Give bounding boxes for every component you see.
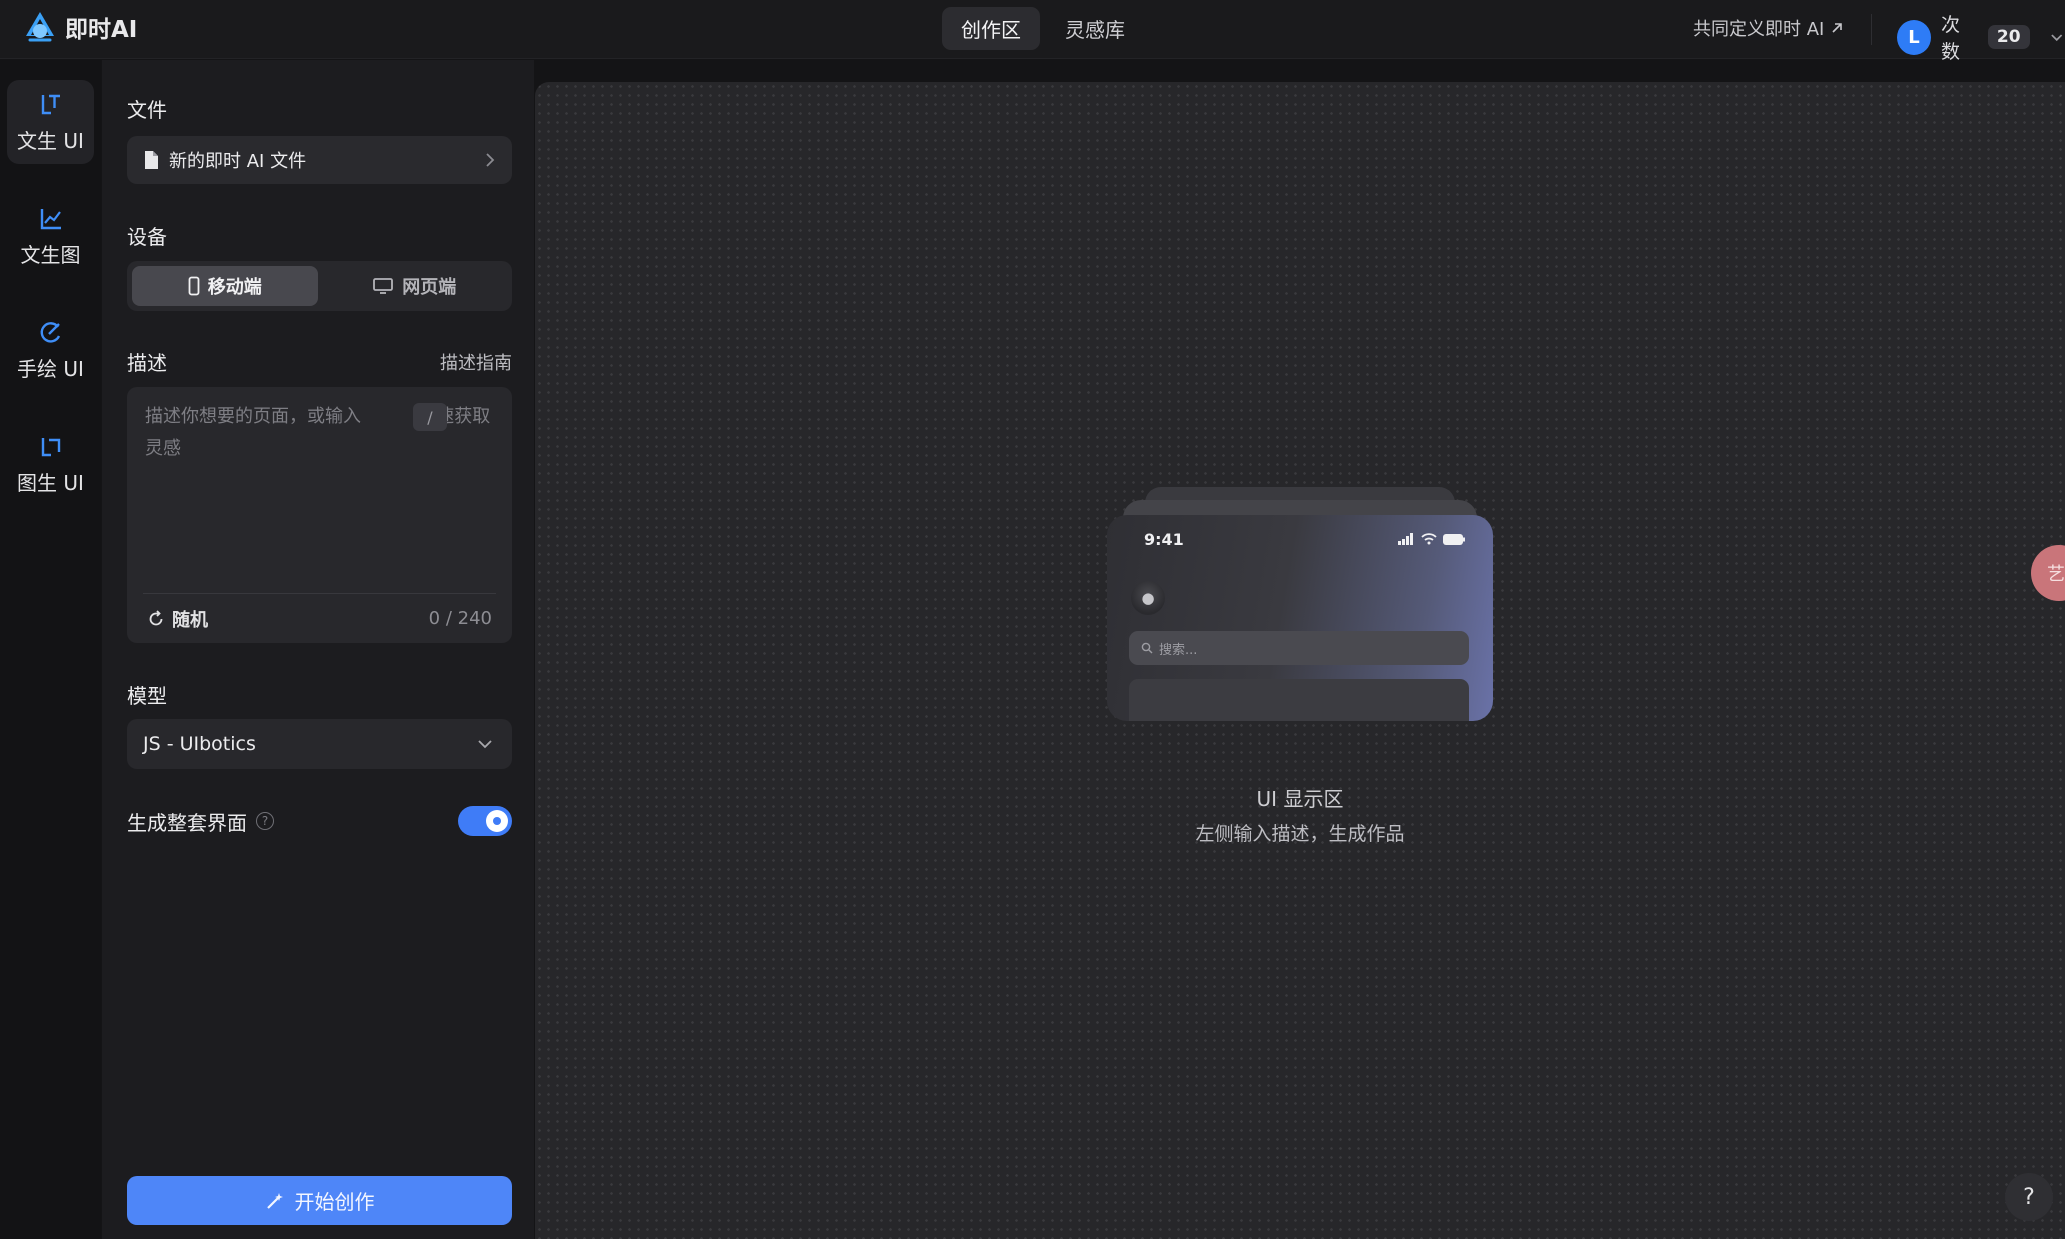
top-bar: 即时AI 创作区 灵感库 共同定义即时 AI L 次数 20 (0, 0, 2065, 63)
phone-preview: 9:41 ● 搜索... (1107, 515, 1493, 721)
tab-create[interactable]: 创作区 (942, 7, 1040, 50)
description-guide-link[interactable]: 描述指南 (440, 349, 512, 375)
count-label: 次数 (1940, 14, 1960, 63)
chevron-down-icon[interactable] (2048, 28, 2065, 46)
slash-key-hint: / (413, 403, 447, 431)
signal-icon (1398, 533, 1413, 545)
rail-item-text-image[interactable]: 文生图 (7, 194, 94, 278)
model-section-title: 模型 (127, 684, 167, 708)
external-arrow-icon (1832, 23, 1843, 33)
rail-label-sketch-ui: 手绘 UI (17, 356, 84, 381)
floating-side-button[interactable]: 艺 (2031, 545, 2065, 601)
device-switch: 移动端 网页端 (127, 261, 512, 311)
device-web-label: 网页端 (402, 277, 457, 298)
empty-state-subtitle: 左侧输入描述，生成作品 (1195, 823, 1405, 845)
avatar[interactable]: L (1897, 19, 1931, 55)
phone-search-placeholder: 搜索... (1159, 642, 1198, 658)
device-section-title: 设备 (127, 225, 167, 249)
phone-content-strip (1129, 679, 1469, 721)
rail-label-text-ui: 文生 UI (17, 128, 84, 153)
phone-time: 9:41 (1144, 530, 1184, 549)
phone-search-bar: 搜索... (1129, 631, 1469, 665)
description-input[interactable] (127, 387, 512, 587)
tab-inspiration[interactable]: 灵感库 (1046, 7, 1144, 50)
file-name: 新的即时 AI 文件 (169, 151, 307, 172)
text-ui-icon (41, 94, 60, 114)
chart-icon (40, 208, 61, 229)
rail-item-image-ui[interactable]: 图生 UI (7, 422, 94, 506)
chevron-down-icon (478, 740, 492, 749)
toggle-knob (486, 810, 508, 832)
model-select[interactable]: JS - UIbotics (127, 719, 512, 769)
start-create-button[interactable]: 开始创作 (127, 1176, 512, 1225)
mobile-icon (188, 276, 200, 296)
refresh-icon (149, 609, 163, 625)
app-name: 即时AI (65, 17, 138, 43)
rail-item-sketch-ui[interactable]: 手绘 UI (7, 308, 94, 392)
device-web-button[interactable]: 网页端 (322, 266, 508, 306)
count-badge: 20 (1987, 25, 2030, 49)
document-icon (145, 151, 158, 169)
rail-label-image-ui: 图生 UI (17, 470, 84, 495)
device-mobile-label: 移动端 (207, 277, 262, 298)
sketch-icon (40, 321, 60, 343)
magic-wand-icon (266, 1192, 283, 1209)
random-button[interactable]: 随机 (143, 606, 208, 632)
device-mobile-button[interactable]: 移动端 (132, 266, 318, 306)
cocreate-link[interactable]: 共同定义即时 AI (1693, 15, 1844, 41)
chevron-right-icon (486, 153, 495, 167)
mode-rail: 文生 UI 文生图 手绘 UI 图生 UI (0, 60, 101, 1239)
header-divider (1871, 14, 1872, 45)
help-button[interactable]: ? (2005, 1173, 2053, 1221)
model-value: JS - UIbotics (143, 733, 256, 755)
description-section-title: 描述 (127, 351, 167, 375)
app-logo[interactable]: 即时AI (24, 10, 137, 44)
cocreate-link-label: 共同定义即时 AI (1693, 19, 1825, 40)
char-counter: 0 / 240 (428, 608, 492, 629)
fullset-toggle[interactable] (458, 806, 512, 836)
battery-icon (1443, 533, 1465, 545)
search-icon (1141, 642, 1153, 654)
main-tabs: 创作区 灵感库 (942, 7, 1144, 50)
file-section-title: 文件 (127, 98, 167, 122)
help-icon[interactable]: ? (256, 812, 274, 830)
desktop-icon (373, 278, 394, 294)
user-menu[interactable]: L 次数 20 (1897, 10, 2065, 64)
wifi-icon (1421, 533, 1437, 545)
ui-display-canvas: 9:41 ● 搜索... UI 显示区 左侧输入描述，生成作品 艺 ? (535, 82, 2065, 1239)
fullset-label: 生成整套界面 (127, 810, 247, 835)
rail-label-text-image: 文生图 (20, 242, 81, 267)
file-selector[interactable]: 新的即时 AI 文件 (127, 136, 512, 184)
description-footer: 随机 0 / 240 (143, 593, 496, 643)
phone-avatar: ● (1131, 581, 1165, 615)
empty-state-title: UI 显示区 (1256, 787, 1344, 811)
start-create-label: 开始创作 (294, 1190, 375, 1214)
config-panel: 文件 新的即时 AI 文件 设备 移动端 网页端 描述 描述指南 / (102, 60, 534, 1239)
random-label: 随机 (172, 609, 208, 631)
rail-item-text-ui[interactable]: 文生 UI (7, 80, 94, 164)
logo-icon (26, 12, 54, 42)
phone-status-icons (1397, 533, 1465, 545)
fullset-row: 生成整套界面 ? (127, 806, 512, 836)
phone-preview-stack: 9:41 ● 搜索... (1107, 487, 1493, 721)
image-ui-icon (41, 437, 60, 456)
description-box: / 随机 0 / 240 (127, 387, 512, 643)
